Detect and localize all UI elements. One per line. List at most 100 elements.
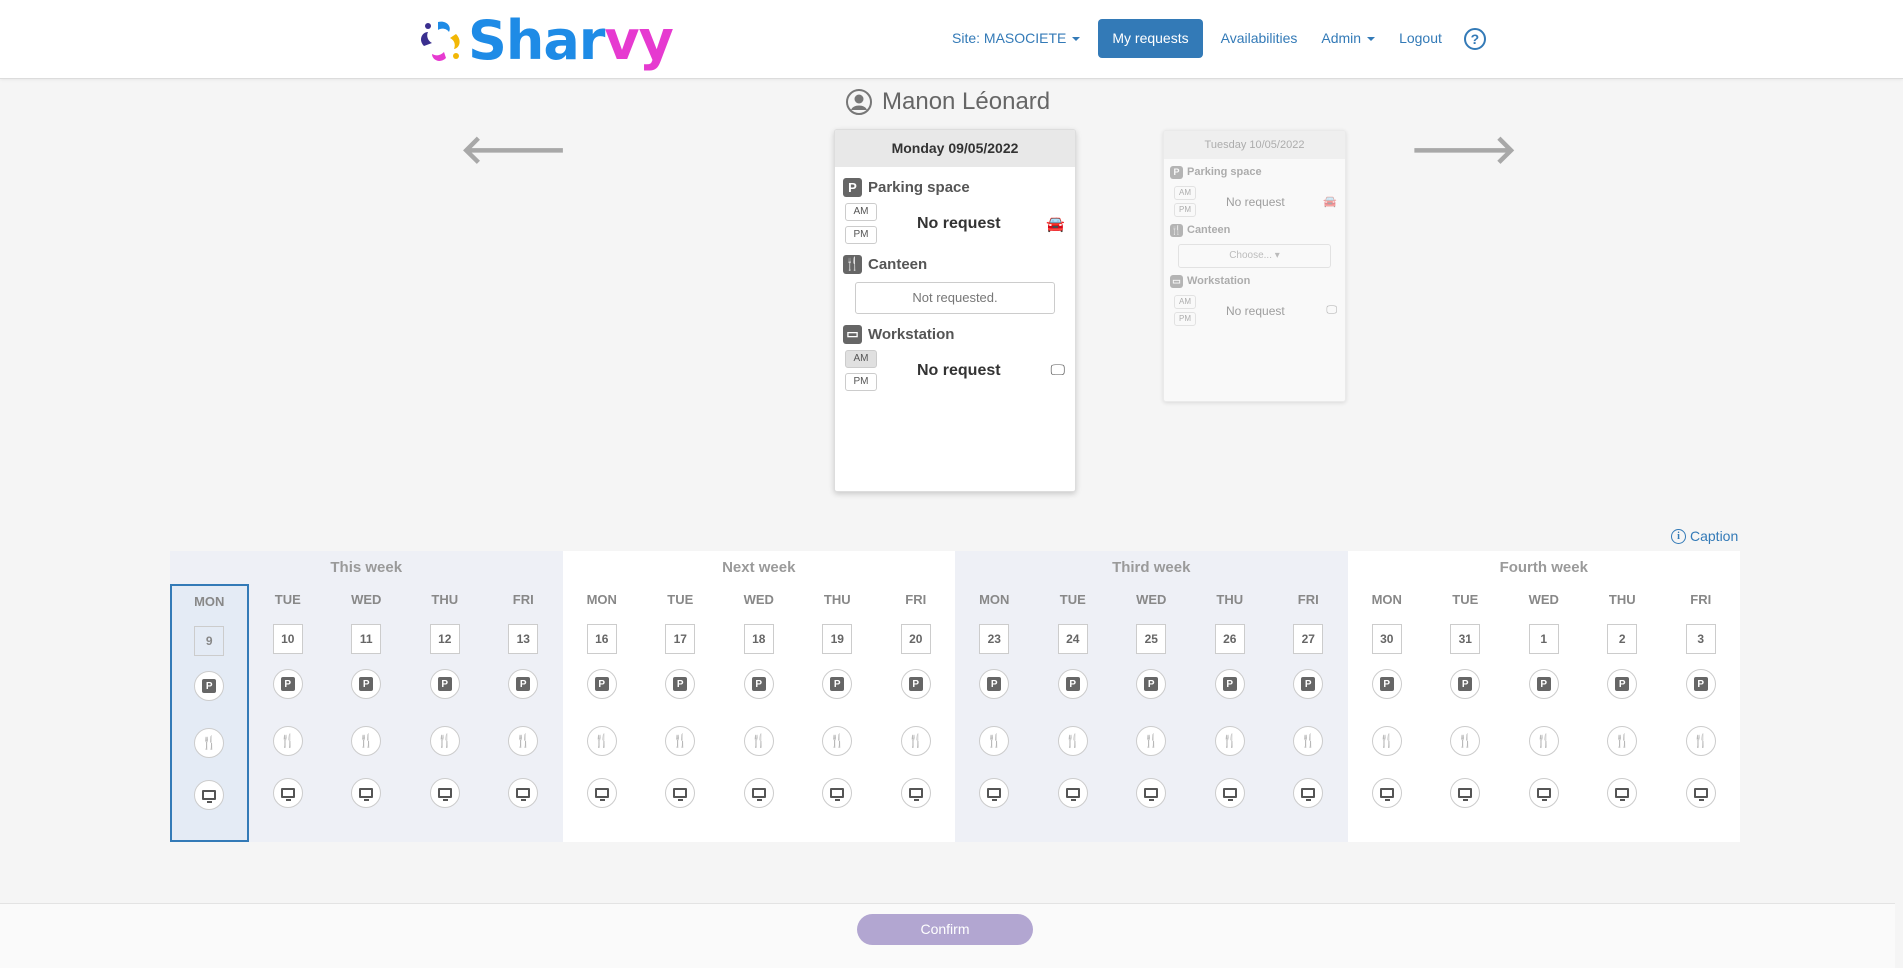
fork-knife-icon[interactable]: 🍴 [1450, 726, 1481, 756]
day-number[interactable]: 31 [1450, 624, 1481, 654]
calendar-day[interactable]: WED 1 P 🍴 [1505, 584, 1584, 842]
parking-icon[interactable]: P [979, 669, 1010, 699]
confirm-button[interactable]: Confirm [857, 914, 1033, 945]
caption-link[interactable]: i Caption [1671, 528, 1738, 544]
day-number[interactable]: 10 [272, 624, 303, 654]
day-number[interactable]: 9 [194, 626, 225, 656]
fork-knife-icon[interactable]: 🍴 [900, 726, 931, 756]
parking-icon[interactable]: P [1528, 669, 1559, 699]
fork-knife-icon[interactable]: 🍴 [743, 726, 774, 756]
day-number[interactable]: 1 [1528, 624, 1559, 654]
parking-icon[interactable]: P [351, 669, 382, 699]
calendar-day[interactable]: WED 25 P 🍴 [1112, 584, 1191, 842]
day-number[interactable]: 2 [1607, 624, 1638, 654]
day-number[interactable]: 12 [429, 624, 460, 654]
monitor-icon[interactable] [1685, 778, 1716, 808]
parking-icon[interactable]: P [1607, 669, 1638, 699]
fork-knife-icon[interactable]: 🍴 [429, 726, 460, 756]
parking-icon[interactable]: P [272, 669, 303, 699]
workstation-am-toggle[interactable]: AM [845, 350, 877, 368]
monitor-icon[interactable] [1607, 778, 1638, 808]
monitor-icon[interactable] [979, 778, 1010, 808]
parking-icon[interactable]: P [194, 671, 225, 701]
previous-arrow-icon[interactable]: 🡐 [460, 130, 567, 170]
monitor-icon[interactable] [1528, 778, 1559, 808]
day-number[interactable]: 20 [900, 624, 931, 654]
desktop-icon[interactable]: 🖵 [1051, 362, 1065, 379]
monitor-icon[interactable] [1371, 778, 1402, 808]
day-card-next[interactable]: Tuesday 10/05/2022 P Parking space AM PM … [1163, 130, 1346, 402]
calendar-day[interactable]: MON 9 P 🍴 [170, 584, 249, 842]
day-number[interactable]: 16 [586, 624, 617, 654]
monitor-icon[interactable] [429, 778, 460, 808]
workstation-am-toggle[interactable]: AM [1174, 295, 1196, 309]
day-number[interactable]: 11 [351, 624, 382, 654]
fork-knife-icon[interactable]: 🍴 [586, 726, 617, 756]
workstation-pm-toggle[interactable]: PM [845, 373, 877, 391]
day-number[interactable]: 26 [1214, 624, 1245, 654]
help-icon[interactable]: ? [1463, 27, 1486, 50]
car-icon[interactable]: 🚘 [1046, 215, 1065, 233]
monitor-icon[interactable] [665, 778, 696, 808]
parking-icon[interactable]: P [665, 669, 696, 699]
workstation-pm-toggle[interactable]: PM [1174, 312, 1196, 326]
fork-knife-icon[interactable]: 🍴 [1528, 726, 1559, 756]
nav-my-requests[interactable]: My requests [1098, 19, 1203, 58]
monitor-icon[interactable] [194, 780, 225, 810]
parking-pm-toggle[interactable]: PM [845, 226, 877, 244]
calendar-day[interactable]: FRI 13 P 🍴 [484, 584, 563, 842]
monitor-icon[interactable] [351, 778, 382, 808]
monitor-icon[interactable] [822, 778, 853, 808]
fork-knife-icon[interactable]: 🍴 [822, 726, 853, 756]
day-number[interactable]: 18 [743, 624, 774, 654]
parking-icon[interactable]: P [822, 669, 853, 699]
parking-icon[interactable]: P [1293, 669, 1324, 699]
calendar-day[interactable]: MON 30 P 🍴 [1348, 584, 1427, 842]
day-number[interactable]: 3 [1685, 624, 1716, 654]
parking-icon[interactable]: P [508, 669, 539, 699]
fork-knife-icon[interactable]: 🍴 [351, 726, 382, 756]
calendar-day[interactable]: WED 11 P 🍴 [327, 584, 406, 842]
fork-knife-icon[interactable]: 🍴 [508, 726, 539, 756]
calendar-day[interactable]: THU 19 P 🍴 [798, 584, 877, 842]
fork-knife-icon[interactable]: 🍴 [1685, 726, 1716, 756]
admin-dropdown[interactable]: Admin [1309, 19, 1387, 58]
fork-knife-icon[interactable]: 🍴 [665, 726, 696, 756]
day-number[interactable]: 24 [1057, 624, 1088, 654]
car-icon[interactable]: 🚘 [1323, 195, 1337, 208]
parking-icon[interactable]: P [1371, 669, 1402, 699]
calendar-day[interactable]: THU 12 P 🍴 [406, 584, 485, 842]
monitor-icon[interactable] [586, 778, 617, 808]
desktop-icon[interactable]: 🖵 [1326, 304, 1337, 317]
monitor-icon[interactable] [1136, 778, 1167, 808]
parking-icon[interactable]: P [1057, 669, 1088, 699]
site-dropdown[interactable]: Site: MASOCIETE [940, 19, 1092, 58]
calendar-day[interactable]: MON 23 P 🍴 [955, 584, 1034, 842]
fork-knife-icon[interactable]: 🍴 [194, 728, 225, 758]
parking-icon[interactable]: P [900, 669, 931, 699]
day-number[interactable]: 17 [665, 624, 696, 654]
nav-availabilities[interactable]: Availabilities [1209, 19, 1310, 58]
calendar-day[interactable]: TUE 17 P 🍴 [641, 584, 720, 842]
day-number[interactable]: 23 [979, 624, 1010, 654]
day-number[interactable]: 30 [1371, 624, 1402, 654]
calendar-day[interactable]: TUE 31 P 🍴 [1426, 584, 1505, 842]
calendar-day[interactable]: FRI 27 P 🍴 [1269, 584, 1348, 842]
monitor-icon[interactable] [1214, 778, 1245, 808]
monitor-icon[interactable] [1293, 778, 1324, 808]
calendar-day[interactable]: TUE 24 P 🍴 [1034, 584, 1113, 842]
day-number[interactable]: 27 [1293, 624, 1324, 654]
parking-icon[interactable]: P [1214, 669, 1245, 699]
day-number[interactable]: 19 [822, 624, 853, 654]
calendar-day[interactable]: TUE 10 P 🍴 [249, 584, 328, 842]
next-arrow-icon[interactable]: 🡒 [1410, 130, 1517, 170]
day-number[interactable]: 13 [508, 624, 539, 654]
nav-logout[interactable]: Logout [1387, 19, 1454, 58]
calendar-day[interactable]: FRI 3 P 🍴 [1662, 584, 1741, 842]
calendar-day[interactable]: THU 26 P 🍴 [1191, 584, 1270, 842]
monitor-icon[interactable] [900, 778, 931, 808]
fork-knife-icon[interactable]: 🍴 [1607, 726, 1638, 756]
calendar-day[interactable]: WED 18 P 🍴 [720, 584, 799, 842]
fork-knife-icon[interactable]: 🍴 [1136, 726, 1167, 756]
monitor-icon[interactable] [1450, 778, 1481, 808]
